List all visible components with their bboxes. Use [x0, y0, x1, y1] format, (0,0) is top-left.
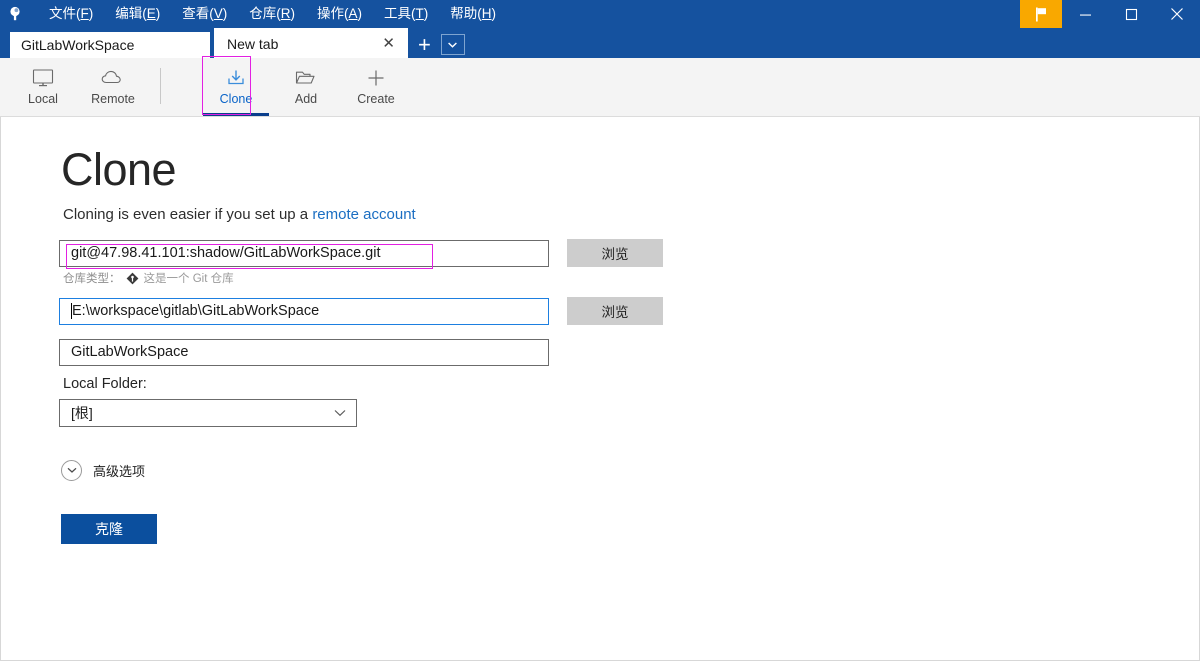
source-url-browse-button[interactable]: 浏览 — [567, 239, 663, 267]
tab-close-icon[interactable]: ✕ — [378, 34, 399, 53]
menu-item-tools-accel: T — [415, 6, 424, 21]
destination-path-row: E:\workspace\gitlab\GitLabWorkSpace 浏览 — [59, 297, 1199, 325]
clone-page: Clone Cloning is even easier if you set … — [0, 117, 1200, 661]
menu-item-edit-text: 编辑 — [115, 6, 143, 21]
new-tab-button[interactable]: + — [412, 34, 437, 56]
menu-bar: 文件(F) 编辑(E) 查看(V) 仓库(R) 操作(A) 工具(T) 帮助(H… — [38, 0, 507, 28]
menu-item-tools-text: 工具 — [384, 6, 412, 21]
toolbar-button-remote[interactable]: Remote — [78, 58, 148, 116]
menu-item-repository-accel: R — [280, 6, 291, 21]
remote-account-link[interactable]: remote account — [312, 206, 415, 223]
menu-item-help[interactable]: 帮助(H) — [439, 0, 507, 28]
tab-strip: GitLabWorkSpace New tab ✕ + — [0, 28, 1200, 58]
toolbar-label: Local — [28, 92, 58, 107]
minimize-button[interactable] — [1062, 0, 1108, 28]
menu-item-file[interactable]: 文件(F) — [38, 0, 104, 28]
application-window: 文件(F) 编辑(E) 查看(V) 仓库(R) 操作(A) 工具(T) 帮助(H… — [0, 0, 1200, 661]
repository-name-input[interactable]: GitLabWorkSpace — [59, 339, 549, 366]
toolbar-button-clone[interactable]: Clone — [201, 56, 271, 116]
chevron-down-icon — [334, 410, 346, 417]
repository-type-label: 仓库类型： — [63, 273, 121, 285]
menu-item-actions-text: 操作 — [317, 6, 345, 21]
toolbar-label: Clone — [219, 92, 253, 107]
sourcetree-logo-icon — [0, 0, 30, 28]
folder-open-icon — [295, 71, 315, 84]
menu-item-help-accel: H — [481, 6, 492, 21]
toolbar-label: Create — [357, 92, 395, 107]
local-folder-select[interactable]: [根] — [59, 399, 357, 427]
tab-label: New tab — [227, 35, 279, 52]
toolbar-label: Remote — [91, 92, 135, 107]
name-row: GitLabWorkSpace — [59, 339, 1199, 366]
close-icon — [1171, 8, 1183, 20]
local-folder-label: Local Folder: — [63, 376, 147, 392]
destination-path-browse-button[interactable]: 浏览 — [567, 297, 663, 325]
advanced-options-label: 高级选项 — [93, 464, 146, 479]
clone-download-icon — [228, 70, 244, 85]
window-controls — [1020, 0, 1200, 28]
toolbar-label: Add — [294, 92, 318, 107]
tab-gitlabworkspace[interactable]: GitLabWorkSpace — [10, 32, 210, 58]
menu-item-view-text: 查看 — [182, 6, 210, 21]
menu-item-edit-accel: E — [146, 6, 156, 21]
menu-item-edit[interactable]: 编辑(E) — [104, 0, 171, 28]
destination-path-value: E:\workspace\gitlab\GitLabWorkSpace — [72, 302, 320, 319]
minimize-icon — [1079, 14, 1091, 16]
page-subtitle: Cloning is even easier if you set up a r… — [63, 206, 1199, 223]
menu-item-repository-text: 仓库 — [249, 6, 277, 21]
subtitle-text: Cloning is even easier if you set up a — [63, 206, 313, 223]
menu-item-tools[interactable]: 工具(T) — [373, 0, 439, 28]
menu-item-file-accel: F — [80, 6, 89, 21]
monitor-icon — [32, 69, 54, 87]
maximize-button[interactable] — [1108, 0, 1154, 28]
toolbar-button-create[interactable]: Create — [341, 58, 411, 116]
flag-button[interactable] — [1020, 0, 1062, 28]
local-folder-selected-value: [根] — [71, 405, 93, 421]
plus-icon — [368, 70, 384, 86]
source-url-input[interactable]: git@47.98.41.101:shadow/GitLabWorkSpace.… — [59, 239, 549, 269]
destination-path-input[interactable]: E:\workspace\gitlab\GitLabWorkSpace — [59, 297, 549, 325]
tab-list-dropdown-button[interactable] — [440, 34, 465, 55]
title-bar: 文件(F) 编辑(E) 查看(V) 仓库(R) 操作(A) 工具(T) 帮助(H… — [0, 0, 1200, 28]
page-title: Clone — [61, 144, 177, 195]
menu-item-view[interactable]: 查看(V) — [171, 0, 238, 28]
chevron-down-icon — [448, 41, 458, 48]
close-button[interactable] — [1154, 0, 1200, 28]
toolbar-button-local[interactable]: Local — [8, 58, 78, 116]
repository-type-row: 仓库类型： 这是一个 Git 仓库 — [63, 271, 1199, 285]
chevron-down-circle-icon — [61, 460, 82, 481]
menu-item-help-text: 帮助 — [450, 6, 478, 21]
menu-item-file-text: 文件 — [49, 6, 76, 21]
repository-name-value: GitLabWorkSpace — [71, 344, 189, 360]
menu-item-actions-accel: A — [348, 6, 358, 21]
source-url-row: git@47.98.41.101:shadow/GitLabWorkSpace.… — [59, 239, 1199, 269]
toolbar-button-add[interactable]: Add — [271, 58, 341, 116]
advanced-options-toggle[interactable]: 高级选项 — [61, 460, 1199, 481]
menu-item-view-accel: V — [213, 6, 223, 21]
menu-item-repository[interactable]: 仓库(R) — [238, 0, 306, 28]
menu-item-actions[interactable]: 操作(A) — [306, 0, 373, 28]
flag-icon — [1036, 7, 1046, 21]
source-url-value: git@47.98.41.101:shadow/GitLabWorkSpace.… — [71, 244, 381, 261]
tab-label: GitLabWorkSpace — [21, 37, 135, 53]
clone-submit-button[interactable]: 克隆 — [61, 514, 157, 544]
git-diamond-icon — [126, 272, 138, 284]
repository-type-value: 这是一个 Git 仓库 — [143, 273, 234, 285]
main-toolbar: Local Remote Clone Add Create — [0, 56, 1200, 117]
active-tab-underline — [203, 113, 269, 116]
toolbar-divider — [160, 68, 161, 104]
maximize-icon — [1125, 8, 1137, 20]
cloud-icon — [101, 71, 121, 84]
tab-new-tab[interactable]: New tab ✕ — [214, 28, 408, 58]
